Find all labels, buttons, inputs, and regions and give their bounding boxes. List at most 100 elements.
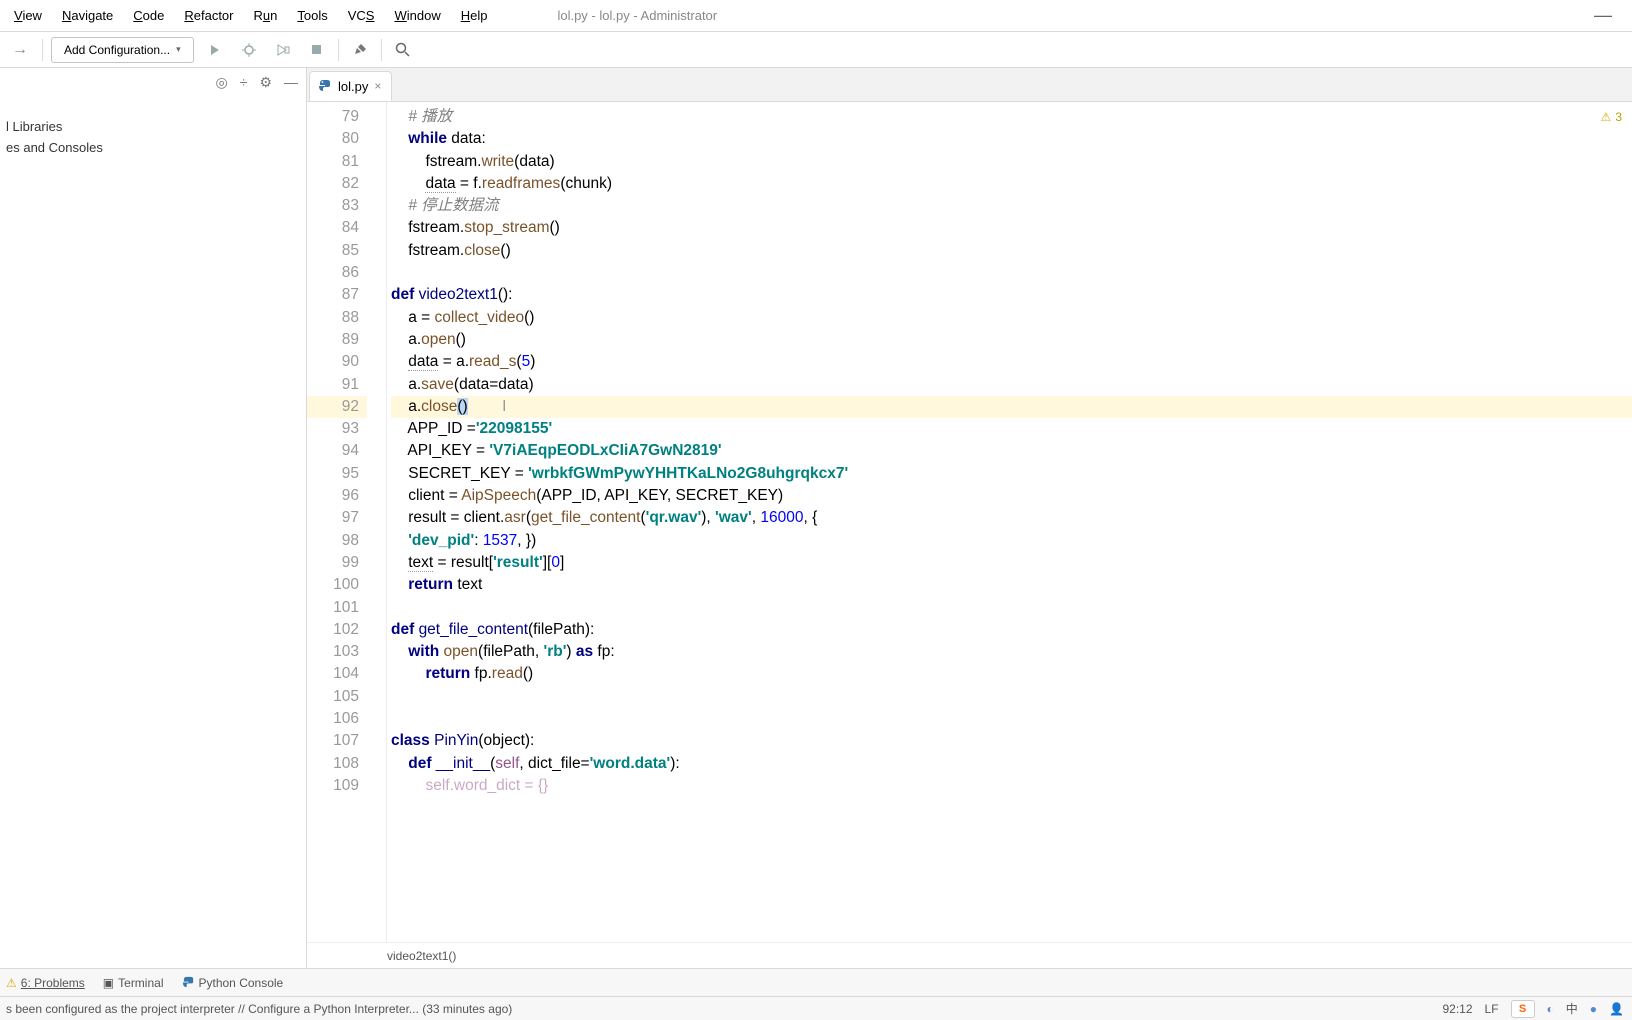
code-line[interactable]: 'dev_pid': 1537, }): [391, 530, 1632, 552]
code-line[interactable]: [391, 708, 1632, 730]
settings-icon[interactable]: ⚙: [259, 74, 272, 91]
code-line[interactable]: # 播放: [391, 106, 1632, 128]
code-line[interactable]: return fp.read(): [391, 663, 1632, 685]
code-editor[interactable]: ⚠ 3 798081828384858687888990919293949596…: [307, 102, 1632, 942]
line-number[interactable]: 92: [307, 396, 367, 418]
line-number[interactable]: 107: [307, 730, 367, 752]
line-number[interactable]: 89: [307, 329, 367, 351]
project-tool-window[interactable]: ◎ ÷ ⚙ — l Libraries es and Consoles: [0, 68, 307, 968]
code-line[interactable]: self.word_dict = {}: [391, 775, 1632, 797]
code-line[interactable]: data = a.read_s(5): [391, 351, 1632, 373]
line-number[interactable]: 98: [307, 530, 367, 552]
cursor-position[interactable]: 92:12: [1442, 1002, 1472, 1016]
line-number[interactable]: 90: [307, 351, 367, 373]
code-line[interactable]: class PinYin(object):: [391, 730, 1632, 752]
line-number[interactable]: 106: [307, 708, 367, 730]
ime-indicator[interactable]: S: [1511, 1000, 1535, 1018]
line-number[interactable]: 100: [307, 574, 367, 596]
menu-help[interactable]: Help: [451, 8, 498, 23]
locate-icon[interactable]: ◎: [216, 74, 228, 91]
debug-icon[interactable]: [236, 37, 262, 63]
line-number[interactable]: 80: [307, 128, 367, 150]
breadcrumb[interactable]: video2text1(): [307, 942, 1632, 968]
menu-navigate[interactable]: Navigate: [52, 8, 123, 23]
line-number[interactable]: 97: [307, 507, 367, 529]
line-number[interactable]: 91: [307, 374, 367, 396]
tool-problems[interactable]: ⚠ 6: Problems: [6, 976, 85, 990]
code-line[interactable]: return text: [391, 574, 1632, 596]
code-line[interactable]: a.save(data=data): [391, 374, 1632, 396]
line-number[interactable]: 102: [307, 619, 367, 641]
line-number[interactable]: 82: [307, 173, 367, 195]
code-line[interactable]: text = result['result'][0]: [391, 552, 1632, 574]
code-line[interactable]: data = f.readframes(chunk): [391, 173, 1632, 195]
close-tab-icon[interactable]: ×: [374, 79, 381, 93]
tree-item-libraries[interactable]: l Libraries: [6, 116, 306, 137]
line-number[interactable]: 109: [307, 775, 367, 797]
code-line[interactable]: API_KEY = 'V7iAEqpEODLxCIiA7GwN2819': [391, 440, 1632, 462]
tool-terminal[interactable]: ▣ Terminal: [103, 976, 164, 990]
run-icon[interactable]: [202, 37, 228, 63]
menu-vcs[interactable]: VCS: [338, 8, 385, 23]
code-line[interactable]: with open(filePath, 'rb') as fp:: [391, 641, 1632, 663]
menu-run[interactable]: Run: [244, 8, 288, 23]
code-line[interactable]: fstream.stop_stream(): [391, 217, 1632, 239]
line-number[interactable]: 105: [307, 686, 367, 708]
code-line[interactable]: def get_file_content(filePath):: [391, 619, 1632, 641]
code-line[interactable]: a.close() I: [391, 396, 1632, 418]
code-line[interactable]: a.open(): [391, 329, 1632, 351]
line-number[interactable]: 88: [307, 307, 367, 329]
line-number[interactable]: 79: [307, 106, 367, 128]
build-icon[interactable]: [347, 37, 373, 63]
code-line[interactable]: SECRET_KEY = 'wrbkfGWmPywYHHTKaLNo2G8uhg…: [391, 463, 1632, 485]
line-number[interactable]: 99: [307, 552, 367, 574]
run-config-dropdown[interactable]: Add Configuration...: [51, 37, 194, 63]
line-number[interactable]: 86: [307, 262, 367, 284]
line-ending[interactable]: LF: [1485, 1002, 1499, 1016]
code-line[interactable]: [391, 686, 1632, 708]
line-number[interactable]: 96: [307, 485, 367, 507]
line-number[interactable]: 103: [307, 641, 367, 663]
menu-tools[interactable]: Tools: [287, 8, 337, 23]
code-line[interactable]: def __init__(self, dict_file='word.data'…: [391, 753, 1632, 775]
minimize-icon[interactable]: —: [1594, 5, 1632, 26]
code-line[interactable]: result = client.asr(get_file_content('qr…: [391, 507, 1632, 529]
status-icon-2[interactable]: 中: [1566, 1000, 1578, 1017]
search-icon[interactable]: [390, 37, 416, 63]
line-number[interactable]: 87: [307, 284, 367, 306]
code-line[interactable]: while data:: [391, 128, 1632, 150]
nav-forward-icon[interactable]: →: [6, 36, 34, 64]
code-line[interactable]: APP_ID ='22098155': [391, 418, 1632, 440]
code-line[interactable]: # 停止数据流: [391, 195, 1632, 217]
menu-code[interactable]: Code: [123, 8, 174, 23]
tab-lolpy[interactable]: lol.py ×: [309, 71, 392, 101]
menu-view[interactable]: View: [4, 8, 52, 23]
menu-window[interactable]: Window: [384, 8, 450, 23]
stop-icon[interactable]: [304, 37, 330, 63]
code-line[interactable]: client = AipSpeech(APP_ID, API_KEY, SECR…: [391, 485, 1632, 507]
line-number[interactable]: 85: [307, 240, 367, 262]
line-number[interactable]: 104: [307, 663, 367, 685]
line-number[interactable]: 83: [307, 195, 367, 217]
line-number[interactable]: 108: [307, 753, 367, 775]
line-number[interactable]: 101: [307, 597, 367, 619]
collapse-icon[interactable]: ÷: [240, 74, 248, 91]
code-line[interactable]: [391, 262, 1632, 284]
line-number[interactable]: 84: [307, 217, 367, 239]
hide-icon[interactable]: —: [284, 74, 298, 91]
status-icon-3[interactable]: ●: [1590, 1002, 1597, 1016]
status-icon-4[interactable]: 👤: [1609, 1002, 1624, 1016]
code-line[interactable]: fstream.write(data): [391, 151, 1632, 173]
line-number[interactable]: 81: [307, 151, 367, 173]
menu-refactor[interactable]: Refactor: [174, 8, 243, 23]
coverage-icon[interactable]: [270, 37, 296, 63]
tool-python-console[interactable]: Python Console: [182, 976, 284, 990]
code-line[interactable]: [391, 597, 1632, 619]
code-line[interactable]: fstream.close(): [391, 240, 1632, 262]
code-line[interactable]: def video2text1():: [391, 284, 1632, 306]
line-number[interactable]: 93: [307, 418, 367, 440]
tree-item-consoles[interactable]: es and Consoles: [6, 137, 306, 158]
line-number[interactable]: 95: [307, 463, 367, 485]
code-line[interactable]: a = collect_video(): [391, 307, 1632, 329]
status-icon-1[interactable]: ◐: [1547, 1002, 1554, 1016]
